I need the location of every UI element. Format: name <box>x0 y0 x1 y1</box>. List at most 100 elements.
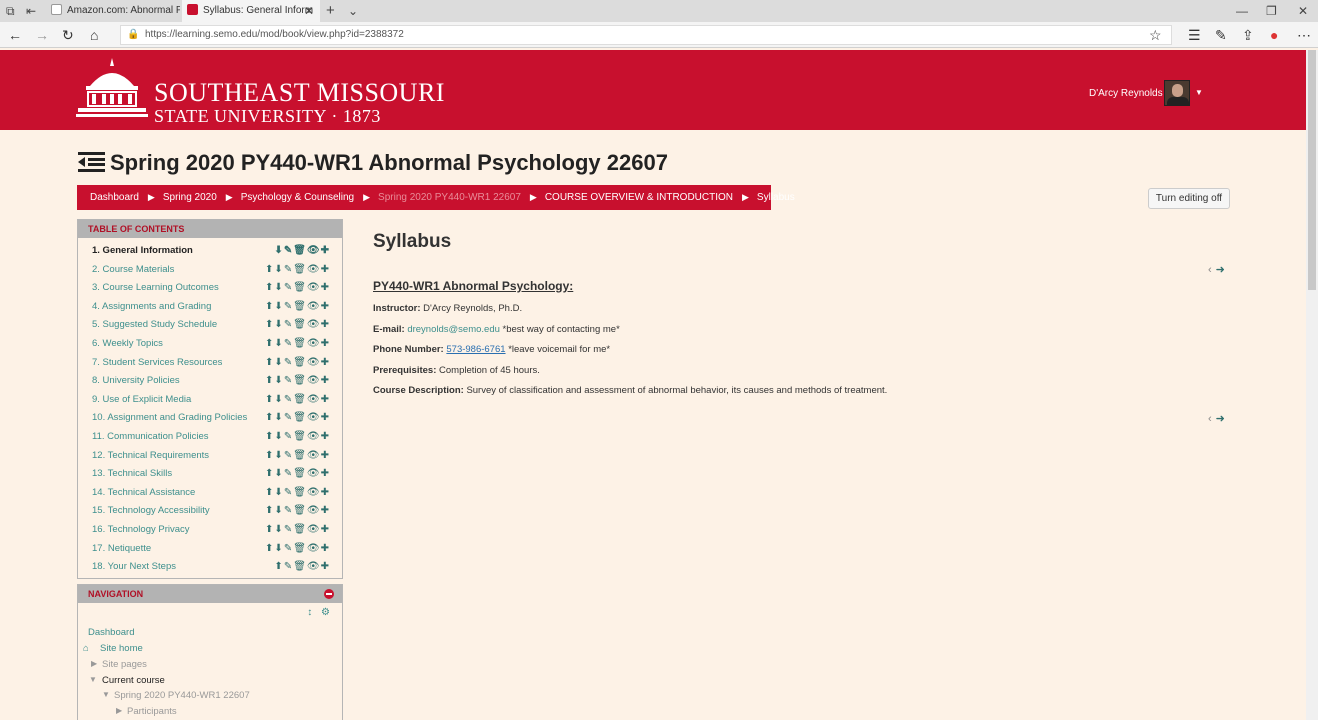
move-up-icon[interactable]: ⬆ <box>265 264 274 275</box>
hide-icon[interactable]: 👁 <box>307 394 321 405</box>
toc-item[interactable]: 10. Assignment and Grading Policies ⬆⬇✎🗑👁… <box>78 409 342 428</box>
hide-icon[interactable]: 👁 <box>307 468 321 479</box>
toc-item[interactable]: 6. Weekly Topics ⬆⬇✎🗑👁✚ <box>78 335 342 354</box>
move-down-icon[interactable]: ⬇ <box>274 245 283 256</box>
breadcrumb-syllabus[interactable]: Syllabus <box>757 192 795 203</box>
delete-icon[interactable]: 🗑 <box>293 450 307 461</box>
breadcrumb-dashboard[interactable]: Dashboard <box>90 192 139 203</box>
move-up-icon[interactable]: ⬆ <box>265 282 274 293</box>
next-page-icon[interactable]: ➜ <box>1216 413 1225 425</box>
pen-icon[interactable]: ✎ <box>1215 22 1227 48</box>
favorites-icon[interactable]: ☰ <box>1188 22 1201 48</box>
tab-amazon[interactable]: Amazon.com: Abnormal Psy <box>46 0 180 22</box>
scroll-thumb[interactable] <box>1308 50 1316 290</box>
move-up-icon[interactable]: ⬆ <box>265 319 274 330</box>
next-page-icon[interactable]: ➜ <box>1216 264 1225 276</box>
toc-item[interactable]: 3. Course Learning Outcomes ⬆⬇✎🗑👁✚ <box>78 279 342 298</box>
move-down-icon[interactable]: ⬇ <box>274 375 283 386</box>
university-dome-logo-icon[interactable] <box>76 56 148 120</box>
add-chapter-icon[interactable]: ✚ <box>321 450 330 461</box>
collapse-arrow-icon[interactable]: ▼ <box>89 675 97 684</box>
edit-icon[interactable]: ✎ <box>284 561 293 572</box>
minimize-window-icon[interactable]: — <box>1236 0 1248 22</box>
email-link[interactable]: dreynolds@semo.edu <box>407 324 500 335</box>
move-up-icon[interactable]: ⬆ <box>265 524 274 535</box>
close-tab-icon[interactable]: ✕ <box>304 0 314 22</box>
hide-icon[interactable]: 👁 <box>307 487 321 498</box>
move-down-icon[interactable]: ⬇ <box>274 301 283 312</box>
edit-icon[interactable]: ✎ <box>284 450 293 461</box>
add-chapter-icon[interactable]: ✚ <box>321 412 330 423</box>
forward-icon[interactable]: → <box>35 22 49 48</box>
back-icon[interactable]: ← <box>8 22 22 48</box>
add-chapter-icon[interactable]: ✚ <box>321 561 330 572</box>
move-down-icon[interactable]: ⬇ <box>274 412 283 423</box>
user-name[interactable]: D'Arcy Reynolds <box>1089 88 1163 99</box>
hide-icon[interactable]: 👁 <box>307 450 321 461</box>
edit-icon[interactable]: ✎ <box>284 301 293 312</box>
new-tab-icon[interactable]: + <box>326 0 335 22</box>
delete-icon[interactable]: 🗑 <box>293 561 307 572</box>
hide-icon[interactable]: 👁 <box>307 524 321 535</box>
toc-item[interactable]: 16. Technology Privacy ⬆⬇✎🗑👁✚ <box>78 521 342 540</box>
move-up-icon[interactable]: ⬆ <box>265 394 274 405</box>
hide-icon[interactable]: 👁 <box>307 357 321 368</box>
move-up-icon[interactable]: ⬆ <box>265 375 274 386</box>
add-chapter-icon[interactable]: ✚ <box>321 394 330 405</box>
add-chapter-icon[interactable]: ✚ <box>321 282 330 293</box>
hide-icon[interactable]: 👁 <box>307 505 321 516</box>
add-chapter-icon[interactable]: ✚ <box>321 301 330 312</box>
refresh-icon[interactable]: ↻ <box>62 22 74 48</box>
hide-icon[interactable]: 👁 <box>307 264 321 275</box>
address-bar[interactable]: 🔒 https://learning.semo.edu/mod/book/vie… <box>120 25 1172 45</box>
hide-icon[interactable]: 👁 <box>307 375 321 386</box>
move-down-icon[interactable]: ⬇ <box>274 264 283 275</box>
delete-icon[interactable]: 🗑 <box>293 319 307 330</box>
nav-course[interactable]: Spring 2020 PY440-WR1 22607 <box>114 690 250 701</box>
hide-icon[interactable]: 👁 <box>307 282 321 293</box>
delete-icon[interactable]: 🗑 <box>293 338 307 349</box>
nav-participants[interactable]: Participants <box>127 706 177 717</box>
add-chapter-icon[interactable]: ✚ <box>321 375 330 386</box>
set-aside-tabs-icon[interactable]: ⇤ <box>26 0 36 22</box>
toc-item[interactable]: 8. University Policies ⬆⬇✎🗑👁✚ <box>78 372 342 391</box>
edit-icon[interactable]: ✎ <box>284 431 293 442</box>
move-up-icon[interactable]: ⬆ <box>265 468 274 479</box>
page-scrollbar[interactable] <box>1306 50 1318 720</box>
move-up-icon[interactable]: ⬆ <box>265 450 274 461</box>
delete-icon[interactable]: 🗑 <box>293 264 307 275</box>
move-down-icon[interactable]: ⬇ <box>274 338 283 349</box>
breadcrumb-section[interactable]: COURSE OVERVIEW & INTRODUCTION <box>545 192 733 203</box>
tab-list-chevron-icon[interactable]: ⌄ <box>348 0 358 22</box>
delete-icon[interactable]: 🗑 <box>293 282 307 293</box>
move-up-icon[interactable]: ⬆ <box>265 543 274 554</box>
add-chapter-icon[interactable]: ✚ <box>321 543 330 554</box>
hide-icon[interactable]: 👁 <box>307 301 321 312</box>
move-up-icon[interactable]: ⬆ <box>265 487 274 498</box>
delete-icon[interactable]: 🗑 <box>293 505 307 516</box>
favorite-star-icon[interactable]: ☆ <box>1149 22 1162 48</box>
home-icon[interactable]: ⌂ <box>90 22 98 48</box>
collapse-block-icon[interactable] <box>324 589 334 599</box>
add-chapter-icon[interactable]: ✚ <box>321 468 330 479</box>
avatar[interactable] <box>1164 80 1190 106</box>
edit-icon[interactable]: ✎ <box>284 319 293 330</box>
tab-syllabus[interactable]: Syllabus: General Inform ✕ <box>182 0 320 22</box>
add-chapter-icon[interactable]: ✚ <box>321 487 330 498</box>
toc-item[interactable]: 18. Your Next Steps ⬆✎🗑👁✚ <box>78 558 342 577</box>
move-down-icon[interactable]: ⬇ <box>274 543 283 554</box>
delete-icon[interactable]: 🗑 <box>293 375 307 386</box>
expand-arrow-icon[interactable]: ▶ <box>91 659 97 668</box>
toc-item[interactable]: 13. Technical Skills ⬆⬇✎🗑👁✚ <box>78 465 342 484</box>
drawer-toggle-icon[interactable] <box>78 151 106 173</box>
move-down-icon[interactable]: ⬇ <box>274 487 283 498</box>
toc-item[interactable]: 2. Course Materials ⬆⬇✎🗑👁✚ <box>78 261 342 280</box>
move-down-icon[interactable]: ⬇ <box>274 357 283 368</box>
breadcrumb-psychology-counseling[interactable]: Psychology & Counseling <box>241 192 354 203</box>
delete-icon[interactable]: 🗑 <box>293 468 307 479</box>
adblock-icon[interactable]: ● <box>1270 22 1278 48</box>
tab-actions-icon[interactable]: ⧉ <box>6 0 15 22</box>
edit-icon[interactable]: ✎ <box>284 505 293 516</box>
edit-icon[interactable]: ✎ <box>284 264 293 275</box>
toc-item[interactable]: 5. Suggested Study Schedule ⬆⬇✎🗑👁✚ <box>78 316 342 335</box>
